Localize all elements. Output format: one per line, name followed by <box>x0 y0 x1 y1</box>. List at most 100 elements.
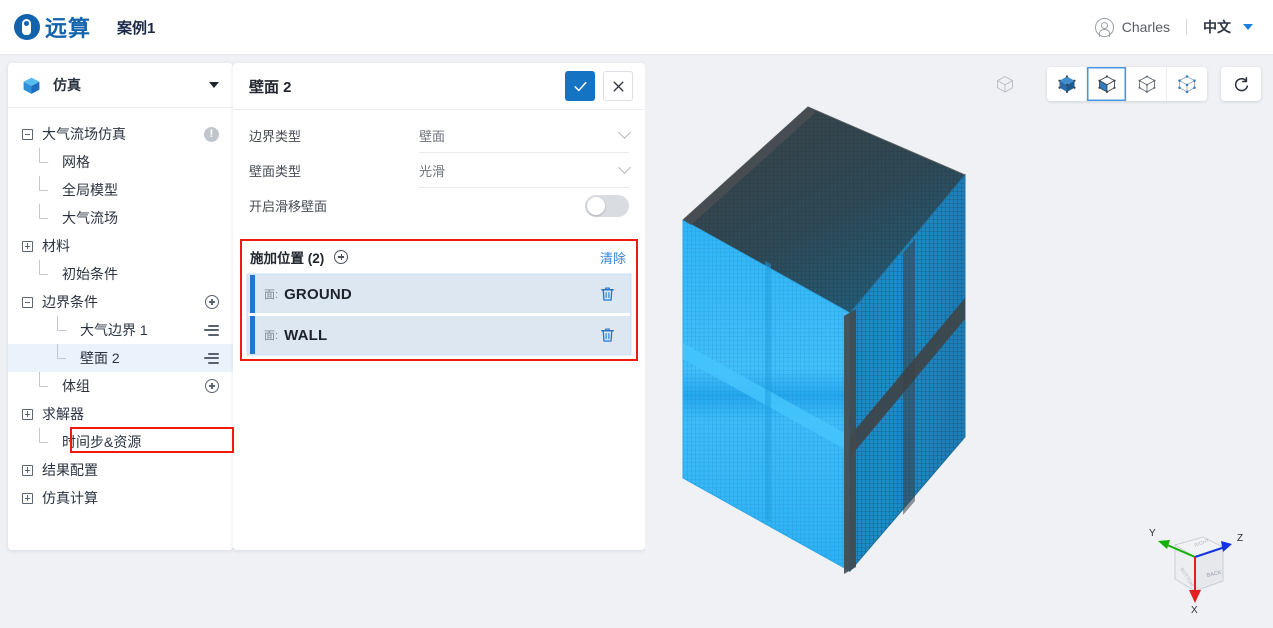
cube-outline-ghost-icon[interactable] <box>985 67 1025 101</box>
tree-item-6[interactable]: 边界条件 <box>8 288 233 316</box>
tree-item-12[interactable]: 结果配置 <box>8 456 233 484</box>
tree-branch-line <box>39 147 53 168</box>
menu-lines-icon[interactable] <box>204 352 219 364</box>
property-label: 开启滑移壁面 <box>249 199 328 214</box>
property-row-0: 边界类型 壁面 <box>233 118 645 153</box>
user-name[interactable]: Charles <box>1122 19 1170 35</box>
tree-item-label: 仿真计算 <box>42 490 98 506</box>
add-item-icon[interactable] <box>205 379 219 393</box>
caret-down-icon[interactable] <box>209 82 219 88</box>
tree-item-label: 求解器 <box>42 406 84 422</box>
slip-wall-toggle[interactable] <box>585 194 629 217</box>
trash-icon[interactable] <box>599 326 616 344</box>
property-value: 光滑 <box>419 163 446 179</box>
property-row-2: 开启滑移壁面 <box>233 188 645 223</box>
tree-item-label: 材料 <box>42 238 70 254</box>
app-root: 远算 案例1 Charles 中文 仿真 大气流场仿真! 网格全局模型 大气流场材料… <box>0 0 1273 628</box>
plus-circle-icon[interactable] <box>334 250 349 264</box>
tree-item-0[interactable]: 大气流场仿真! <box>8 120 233 148</box>
tree-item-label: 时间步&资源 <box>62 434 142 450</box>
tree-item-4[interactable]: 材料 <box>8 232 233 260</box>
tree-item-13[interactable]: 仿真计算 <box>8 484 233 512</box>
language-label[interactable]: 中文 <box>1203 17 1231 37</box>
menu-lines-icon[interactable] <box>204 324 219 336</box>
tree-header-label: 仿真 <box>53 77 81 93</box>
check-icon <box>573 81 587 91</box>
tree-item-label: 结果配置 <box>42 462 98 478</box>
simulation-tree-panel: 仿真 大气流场仿真! 网格全局模型 大气流场材料初始条件边界条件大气边界 1 壁面 2… <box>8 63 234 550</box>
app-header: 远算 案例1 Charles 中文 <box>0 0 1273 55</box>
cube-points-icon[interactable] <box>1167 67 1207 101</box>
tree-item-label: 大气边界 1 <box>80 322 148 338</box>
viewport-toolbar <box>985 67 1261 101</box>
tree-item-7[interactable]: 大气边界 1 <box>8 315 233 344</box>
logo-text: 远算 <box>45 16 92 41</box>
tree-item-label: 壁面 2 <box>80 350 120 366</box>
properties-title: 壁面 2 <box>249 78 292 96</box>
shading-mode-group <box>1047 67 1207 101</box>
tree-item-9[interactable]: 体组 <box>8 371 233 400</box>
assignment-item-name: WALL <box>284 326 328 344</box>
tree-item-3[interactable]: 大气流场 <box>8 203 233 232</box>
property-label: 边界类型 <box>249 129 302 144</box>
tree-branch-line <box>39 203 53 224</box>
axis-label-z: Z <box>1237 533 1243 544</box>
property-row-1: 壁面类型 光滑 <box>233 153 645 188</box>
expand-icon[interactable] <box>22 464 33 476</box>
tree-item-11[interactable]: 时间步&资源 <box>8 427 233 456</box>
tree-branch-line <box>57 343 71 364</box>
axis-label-y: Y <box>1149 528 1156 539</box>
axis-gizmo[interactable]: BACK BOTTOM RIGHT Y Z X <box>1125 519 1245 614</box>
header-divider <box>1186 19 1187 35</box>
user-circle-icon <box>1094 17 1114 37</box>
collapse-icon[interactable] <box>22 296 33 308</box>
cube-icon <box>23 77 40 94</box>
chevron-down-icon[interactable] <box>618 161 631 174</box>
cube-wireframe-icon[interactable] <box>1127 67 1167 101</box>
tree-item-2[interactable]: 全局模型 <box>8 175 233 204</box>
cube-half-shaded-icon[interactable] <box>1087 67 1127 101</box>
properties-header: 壁面 2 <box>233 63 645 110</box>
tree-branch-line <box>39 371 53 392</box>
confirm-button[interactable] <box>565 71 595 101</box>
tree-list: 大气流场仿真! 网格全局模型 大气流场材料初始条件边界条件大气边界 1 壁面 2 体组求… <box>8 108 233 512</box>
tree-branch-line <box>39 427 53 448</box>
add-item-icon[interactable] <box>205 295 219 309</box>
tree-item-label: 体组 <box>62 378 90 394</box>
clear-button[interactable]: 清除 <box>600 248 626 267</box>
collapse-icon[interactable] <box>22 128 33 140</box>
viewport-3d[interactable]: BACK BOTTOM RIGHT Y Z X <box>645 55 1273 628</box>
expand-icon[interactable] <box>22 408 33 420</box>
tree-item-label: 大气流场仿真 <box>42 126 126 142</box>
cancel-button[interactable] <box>603 71 633 101</box>
reset-view-icon[interactable] <box>1221 67 1261 101</box>
tree-branch-line <box>57 315 71 336</box>
tree-item-10[interactable]: 求解器 <box>8 400 233 428</box>
chevron-down-icon[interactable] <box>618 126 631 139</box>
tree-item-5[interactable]: 初始条件 <box>8 259 233 288</box>
tree-item-label: 初始条件 <box>62 266 118 282</box>
expand-icon[interactable] <box>22 240 33 252</box>
tree-item-label: 网格 <box>62 154 90 170</box>
warning-badge-icon[interactable]: ! <box>204 126 219 142</box>
close-icon <box>613 81 623 91</box>
tree-branch-line <box>39 175 53 196</box>
tree-header[interactable]: 仿真 <box>8 63 233 108</box>
properties-panel: 壁面 2 边界类型 壁面壁面类型 光滑开启滑移壁面 施加位置 (2) 清除 面: GR… <box>233 63 645 550</box>
logo-mark-icon <box>14 14 40 40</box>
assignment-item[interactable]: 面: WALL <box>248 316 630 354</box>
property-select[interactable]: 光滑 <box>419 154 631 188</box>
tree-item-8[interactable]: 壁面 2 <box>8 343 233 372</box>
property-value: 壁面 <box>419 128 446 144</box>
property-select[interactable]: 壁面 <box>419 119 631 153</box>
assignment-item[interactable]: 面: GROUND <box>248 275 630 313</box>
cube-solid-icon[interactable] <box>1047 67 1087 101</box>
tree-item-1[interactable]: 网格 <box>8 147 233 176</box>
caret-down-icon[interactable] <box>1243 24 1253 30</box>
expand-icon[interactable] <box>22 492 33 504</box>
properties-fields: 边界类型 壁面壁面类型 光滑开启滑移壁面 <box>233 110 645 223</box>
brand-logo[interactable]: 远算 <box>14 11 91 43</box>
header-right: Charles 中文 <box>1094 17 1253 37</box>
trash-icon[interactable] <box>599 285 616 303</box>
assignment-header: 施加位置 (2) 清除 <box>242 241 636 273</box>
